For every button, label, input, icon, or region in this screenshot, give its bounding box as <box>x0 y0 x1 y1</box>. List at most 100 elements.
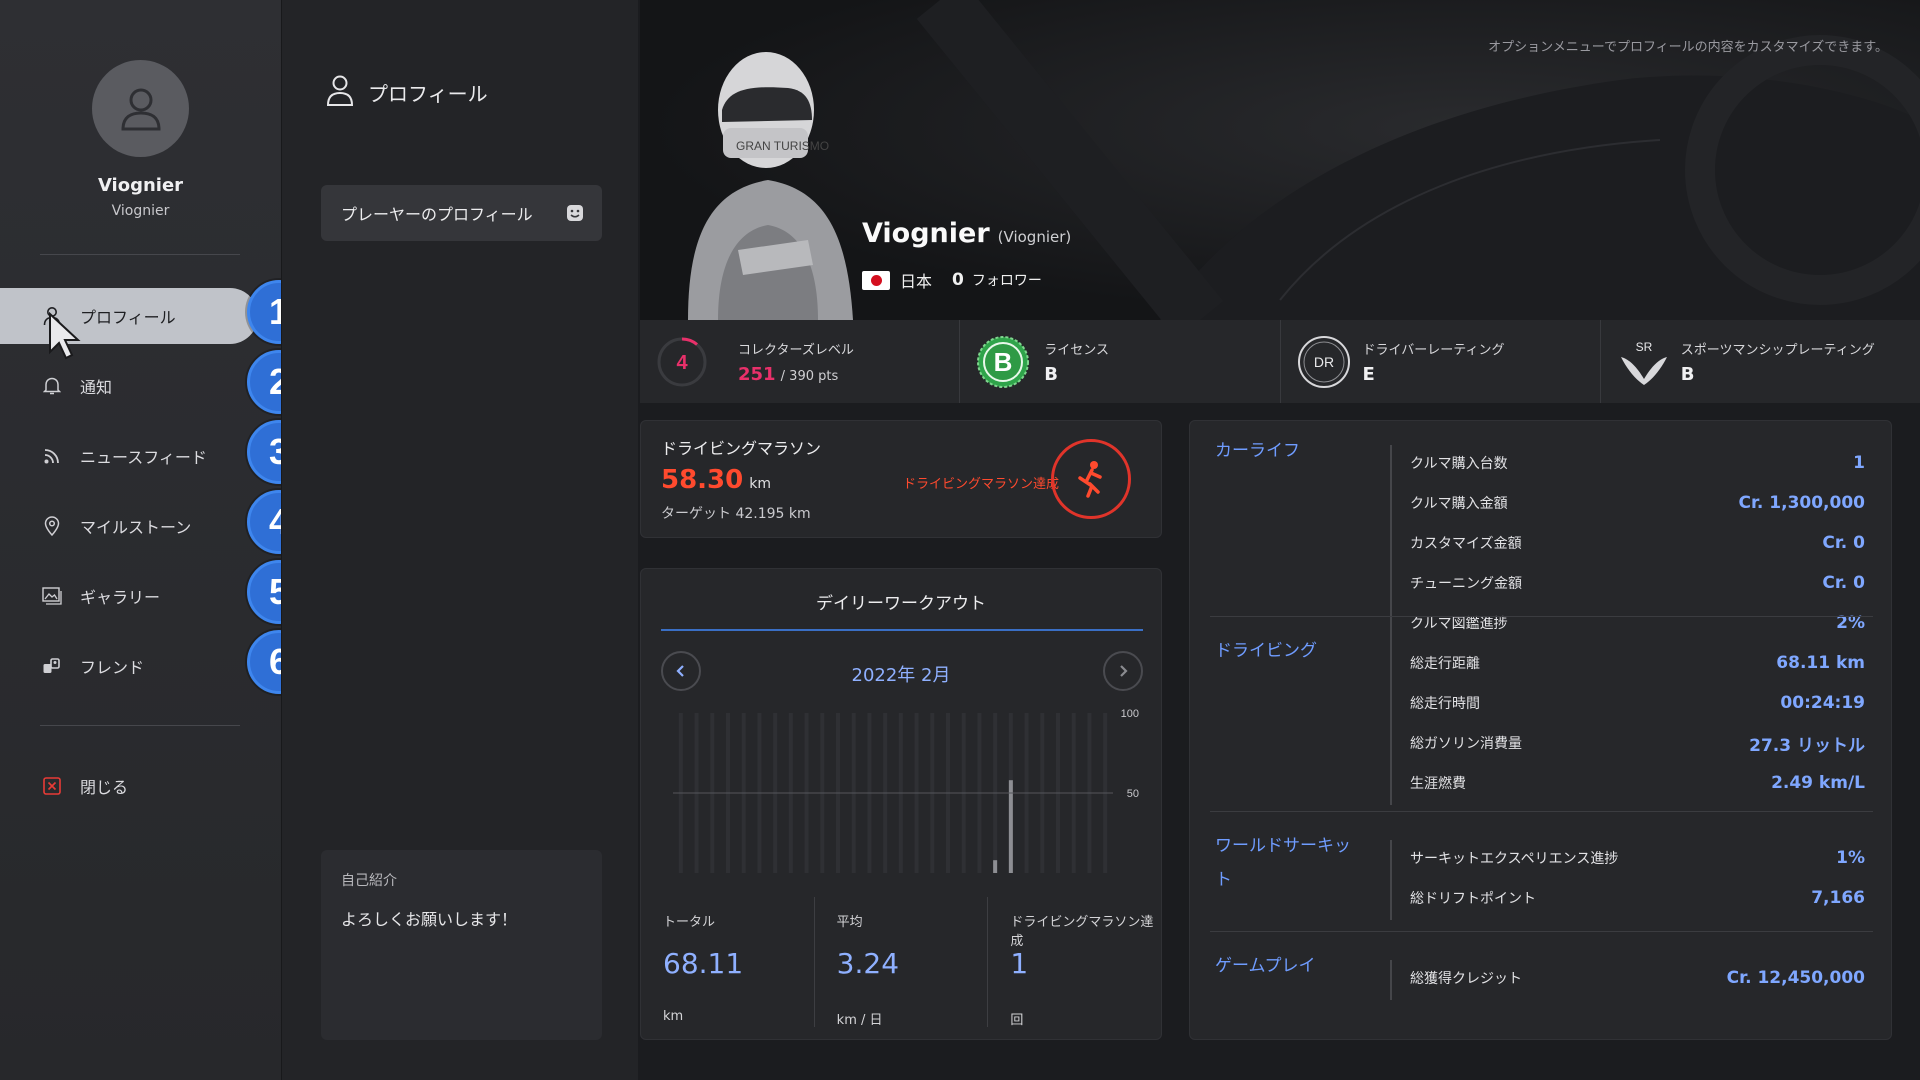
runner-icon <box>1051 439 1131 519</box>
stats-row-value: 1% <box>1836 848 1865 868</box>
stats-row-label: 総ドリフトポイント <box>1410 891 1536 907</box>
stats-row-value: 27.3 リットル <box>1749 735 1865 756</box>
collector-level-label: コレクターズレベル <box>738 342 854 358</box>
license-rating[interactable]: B ライセンス B <box>960 320 1281 403</box>
sportsmanship-badge-icon: SR <box>1620 340 1667 385</box>
stats-row: クルマ購入台数 1 <box>1410 443 1865 483</box>
sportsmanship-badge-text: SR <box>1635 340 1652 354</box>
sidebar-item-label: マイルストーン <box>80 518 192 537</box>
stats-row-label: クルマ購入金額 <box>1410 496 1508 512</box>
helmet-text: GRAN TURISMO <box>736 139 829 153</box>
stats-section-title: ゲームプレイ <box>1215 956 1316 976</box>
stats-row: 総獲得クレジット Cr. 12,450,000 <box>1410 958 1865 998</box>
driver-rating[interactable]: DR ドライバーレーティング E <box>1281 320 1601 403</box>
stats-section-separator <box>1210 811 1873 812</box>
stats-row-value: Cr. 0 <box>1822 573 1865 593</box>
self-introduction-box: 自己紹介 よろしくお願いします！ <box>321 850 602 1040</box>
user-avatar[interactable] <box>92 60 189 157</box>
chart-bar <box>1008 780 1013 873</box>
stats-row: サーキットエクスペリエンス進捗 1% <box>1410 838 1865 878</box>
stats-row-label: 総走行距離 <box>1410 656 1480 672</box>
workout-marathon-unit: 回 <box>1010 1013 1024 1028</box>
followers-count[interactable]: 0 <box>952 270 964 290</box>
sidebar-item-label: プロフィール <box>80 308 176 327</box>
driver-name: Viognier (Viognier) <box>862 218 1071 249</box>
close-button[interactable]: 閉じる <box>0 758 262 814</box>
profile-panel: プロフィール プレーヤーのプロフィール 自己紹介 よろしくお願いします！ <box>281 0 638 1080</box>
sidebar-item-newsfeed[interactable]: ニュースフィード <box>0 428 262 484</box>
stats-section-separator <box>1210 931 1873 932</box>
intro-title: 自己紹介 <box>341 873 397 889</box>
bell-icon <box>40 374 64 398</box>
driver-rating-value: E <box>1362 363 1375 385</box>
player-profile-label: プレーヤーのプロフィール <box>341 205 533 224</box>
country-row: 日本 0 フォロワー <box>862 268 1042 292</box>
sidebar-item-notifications[interactable]: 通知 <box>0 358 262 414</box>
chart-y-tick-label: 50 <box>1127 788 1139 800</box>
stats-row: クルマ図鑑進捗 2% <box>1410 603 1865 643</box>
stats-row-value: Cr. 12,450,000 <box>1726 968 1865 988</box>
japan-flag-icon <box>862 270 890 290</box>
stats-row: カスタマイズ金額 Cr. 0 <box>1410 523 1865 563</box>
player-profile-button[interactable]: プレーヤーのプロフィール <box>321 185 602 241</box>
user-icon <box>326 74 354 111</box>
sidebar-item-label: 通知 <box>80 378 113 397</box>
stats-section-divider <box>1390 960 1392 1000</box>
stats-row-label: クルマ購入台数 <box>1410 456 1508 472</box>
workout-marathon-label: ドライビングマラソン達成 <box>1010 915 1154 949</box>
sidebar-item-gallery[interactable]: ギャラリー <box>0 568 262 624</box>
collector-level[interactable]: 4 コレクターズレベル 251 / 390 pts <box>640 320 961 403</box>
workout-total-unit: km <box>663 1009 684 1024</box>
driving-marathon-card[interactable]: ドライビングマラソン 58.30 km ターゲット 42.195 km ドライビン… <box>640 420 1162 538</box>
smiley-icon <box>567 205 583 221</box>
sidebar-item-profile[interactable]: プロフィール <box>0 288 258 344</box>
stats-row: 総走行時間 00:24:19 <box>1410 683 1865 723</box>
intro-text: よろしくお願いします！ <box>341 910 518 929</box>
stats-row-label: 総ガソリン消費量 <box>1410 736 1522 752</box>
stats-row-value: 00:24:19 <box>1780 693 1865 713</box>
stats-row-value: Cr. 1,300,000 <box>1738 493 1865 513</box>
driver-rating-label: ドライバーレーティング <box>1362 342 1505 358</box>
driver-rating-badge-text: DR <box>1313 354 1333 370</box>
sidebar-item-label: ニュースフィード <box>80 448 207 467</box>
close-label: 閉じる <box>80 778 129 797</box>
play-stats-card: カーライフ クルマ購入台数 1 クルマ購入金額 Cr. 1,300,000 カスタマイズ金… <box>1189 420 1892 1040</box>
stats-row-label: 生涯燃費 <box>1410 776 1466 792</box>
country-name: 日本 <box>900 272 933 291</box>
workout-month: 2022年 2月 <box>851 665 951 686</box>
sidebar-item-milestones[interactable]: マイルストーン <box>0 498 262 554</box>
workout-total-label: トータル <box>663 915 716 930</box>
followers-label[interactable]: フォロワー <box>972 270 1042 290</box>
workout-average: 平均 3.24 km / 日 <box>815 897 989 1028</box>
driver-name-sub: (Viognier) <box>997 228 1072 246</box>
stats-row: 総ガソリン消費量 27.3 リットル <box>1410 723 1865 763</box>
sidebar-item-friends[interactable]: フレンド <box>0 638 262 694</box>
friends-icon <box>40 654 64 678</box>
next-month-button[interactable] <box>1103 651 1143 691</box>
stats-row: 総ドリフトポイント 7,166 <box>1410 878 1865 918</box>
workout-total: トータル 68.11 km <box>641 897 815 1027</box>
user-name: Viognier <box>97 175 184 196</box>
workout-average-label: 平均 <box>836 915 863 930</box>
driver-image: GRAN TURISMO <box>688 52 853 320</box>
collector-points-total: / 390 pts <box>780 368 839 384</box>
sidebar-divider <box>40 254 240 255</box>
license-badge-icon: B <box>977 335 1030 388</box>
daily-workout-card: デイリーワークアウト 2022年 2月 100 50 トータル 68.11 km … <box>640 568 1162 1040</box>
stats-row-value: 7,166 <box>1811 888 1865 908</box>
workout-title: デイリーワークアウト <box>816 594 986 614</box>
workout-title-underline <box>661 629 1143 631</box>
stats-row-label: カスタマイズ金額 <box>1410 536 1522 552</box>
stats-row-value: 2.49 km/L <box>1771 773 1865 793</box>
stats-section-title: ワールドサーキット <box>1215 836 1351 890</box>
stats-row: 総走行距離 68.11 km <box>1410 643 1865 683</box>
marathon-distance-value: 58.30 <box>661 465 744 495</box>
sportsmanship-rating[interactable]: SR スポーツマンシップレーティング B <box>1601 320 1920 403</box>
stats-row: 生涯燃費 2.49 km/L <box>1410 763 1865 803</box>
user-icon <box>120 88 161 130</box>
chevron-right-icon <box>1120 665 1128 677</box>
workout-totals: トータル 68.11 km 平均 3.24 km / 日 ドライビングマラソン達… <box>641 897 1161 1028</box>
close-icon <box>40 774 64 798</box>
workout-average-value: 3.24 <box>836 947 900 980</box>
collector-points: 251 <box>738 363 776 385</box>
